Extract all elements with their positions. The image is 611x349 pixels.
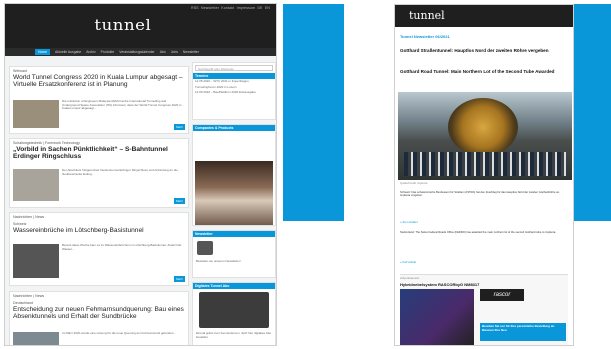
more-button[interactable]: Mehr [174, 198, 185, 204]
nav-item[interactable]: Veranstaltungskalender [119, 50, 154, 54]
tbm-crew-photo[interactable] [398, 92, 572, 180]
article-thumbnail[interactable] [13, 169, 59, 201]
envelope-icon[interactable] [197, 241, 213, 255]
top-link[interactable]: Impressum [237, 6, 256, 10]
paragraph-de: Schweiz: Das schweizerische Bundesamt fü… [400, 191, 560, 198]
event-item[interactable]: 12.06.2020 – BauPlattform 2020 Erstausga… [193, 90, 275, 96]
nav-item[interactable]: Jobs [171, 50, 178, 54]
article-card: Nachrichten | News Schweiz Wassereinbrüc… [9, 212, 189, 286]
sidebar-products: Companies & Products [192, 124, 276, 226]
article-kicker: Nachrichten | News [13, 294, 45, 298]
newsletter-header: tunnel [395, 5, 573, 27]
nav-item[interactable]: Aktuelle Ausgabe [55, 50, 81, 54]
article-thumbnail[interactable] [13, 244, 59, 278]
top-link[interactable]: Newsletter [201, 6, 219, 10]
ad-brand-logo[interactable]: rascor [480, 289, 524, 301]
article-kicker: Schallungstechnik | Formwork Technology [13, 141, 80, 145]
blue-accent-block-left [283, 4, 344, 221]
read-more-link-de[interactable]: » Zum Artikel [400, 220, 418, 224]
article-title[interactable]: World Tunnel Congress 2020 in Kuala Lump… [13, 74, 185, 88]
search-input[interactable]: Suchbegriff oder Webcode [195, 65, 273, 71]
tbm-cutterhead-graphic [448, 98, 518, 156]
newsletter-logo[interactable]: tunnel [409, 9, 445, 22]
article-title[interactable]: Entscheidung zur neuen Fehmarnsundquerun… [13, 306, 185, 320]
sidebar-search-events: Suchbegriff oder Webcode Termine 12.05.2… [192, 62, 276, 120]
products-heading: Companies & Products [193, 125, 275, 131]
photo-credit: Quelle/Credit: Implenia [400, 182, 428, 185]
article-title[interactable]: „Vorbild in Sachen Pünktlichkeit“ – S-Ba… [13, 146, 185, 160]
newsletter-title: Tunnel Newsletter 06/2021 [400, 34, 450, 39]
article-card: Nachrichten | News Deutschland Entscheid… [9, 291, 189, 345]
nav-item[interactable]: Produkte [101, 50, 115, 54]
top-link[interactable]: Kontakt [221, 6, 234, 10]
article-region: Schweiz [13, 222, 27, 226]
ad-title[interactable]: Hybridnebelsystem RASCORbyG NM8317 [400, 282, 568, 287]
digital-abo-text[interactable]: Einmal gratis zum Kennenlernen. Jetzt hi… [193, 331, 275, 340]
read-more-link-en[interactable]: » Full article [400, 260, 416, 264]
article-teaser: Der Abschluss fristgerechter Deckentunne… [62, 168, 178, 176]
ad-cta-box[interactable]: Bereiten Sie nur für Ihre persönliche Be… [480, 323, 566, 341]
crew-group-graphic [404, 152, 566, 176]
article-teaser: Bereits diese Woche kam es zu Wassereinb… [62, 243, 182, 251]
nav-item-home[interactable]: Home [35, 49, 51, 55]
headline-en[interactable]: Gotthard Road Tunnel: Main Northern Lot … [400, 69, 570, 74]
sidebar-newsletter: Newsletter Bestellen sie unseren Newslet… [192, 230, 276, 278]
newsletter-text[interactable]: Bestellen sie unseren Newsletter! [193, 259, 275, 265]
headline-de[interactable]: Gotthard Straßentunnel: Hauptlos Nord de… [400, 48, 570, 53]
article-kicker: Webcast [13, 69, 27, 73]
blue-accent-block-right [573, 4, 611, 221]
main-nav: Home Aktuelle Ausgabe Archiv Produkte Ve… [5, 48, 276, 56]
devices-image[interactable] [199, 292, 269, 328]
article-title[interactable]: Wassereinbrüche im Lötschberg-Basistunne… [13, 227, 185, 234]
article-card: Webcast World Tunnel Congress 2020 in Ku… [9, 66, 189, 134]
newsletter-screenshot: tunnel Tunnel Newsletter 06/2021 Gotthar… [394, 4, 574, 346]
nav-item[interactable]: Archiv [86, 50, 95, 54]
sidebar-digital-abo: Digitales Tunnel Abo Einmal gratis zum K… [192, 282, 276, 345]
article-teaser: Die Institution of Engineers Malaysia (I… [62, 99, 182, 111]
newsletter-heading: Newsletter [193, 231, 275, 237]
top-link[interactable]: RSS [191, 6, 199, 10]
ad-label: Advertisement [400, 276, 420, 280]
site-logo[interactable]: tunnel [94, 16, 150, 34]
more-button[interactable]: Mehr [174, 276, 185, 282]
top-link[interactable]: DE [257, 6, 262, 10]
article-thumbnail[interactable] [13, 100, 59, 128]
article-region: Deutschland [13, 301, 33, 305]
top-links: RSS Newsletter Kontakt Impressum DE EN [191, 6, 270, 10]
paragraph-en: Switzerland: The Swiss Federal Roads Off… [400, 231, 557, 234]
more-button[interactable]: Mehr [174, 124, 185, 130]
advertisement: Advertisement Hybridnebelsystem RASCORby… [400, 274, 568, 345]
top-link[interactable]: EN [265, 6, 270, 10]
digital-abo-heading: Digitales Tunnel Abo [193, 283, 275, 289]
article-kicker: Nachrichten | News [13, 215, 45, 219]
article-card: Schallungstechnik | Formwork Technology … [9, 138, 189, 208]
nav-item[interactable]: Abo [160, 50, 166, 54]
website-screenshot: RSS Newsletter Kontakt Impressum DE EN t… [4, 3, 277, 346]
ad-image[interactable] [400, 289, 474, 345]
site-header: RSS Newsletter Kontakt Impressum DE EN t… [5, 4, 276, 48]
products-image[interactable] [195, 161, 273, 225]
article-thumbnail[interactable] [13, 332, 59, 345]
nav-item[interactable]: Newsletter [183, 50, 199, 54]
article-teaser: Im März 2020 wurde eine Lösung für die n… [62, 331, 176, 335]
